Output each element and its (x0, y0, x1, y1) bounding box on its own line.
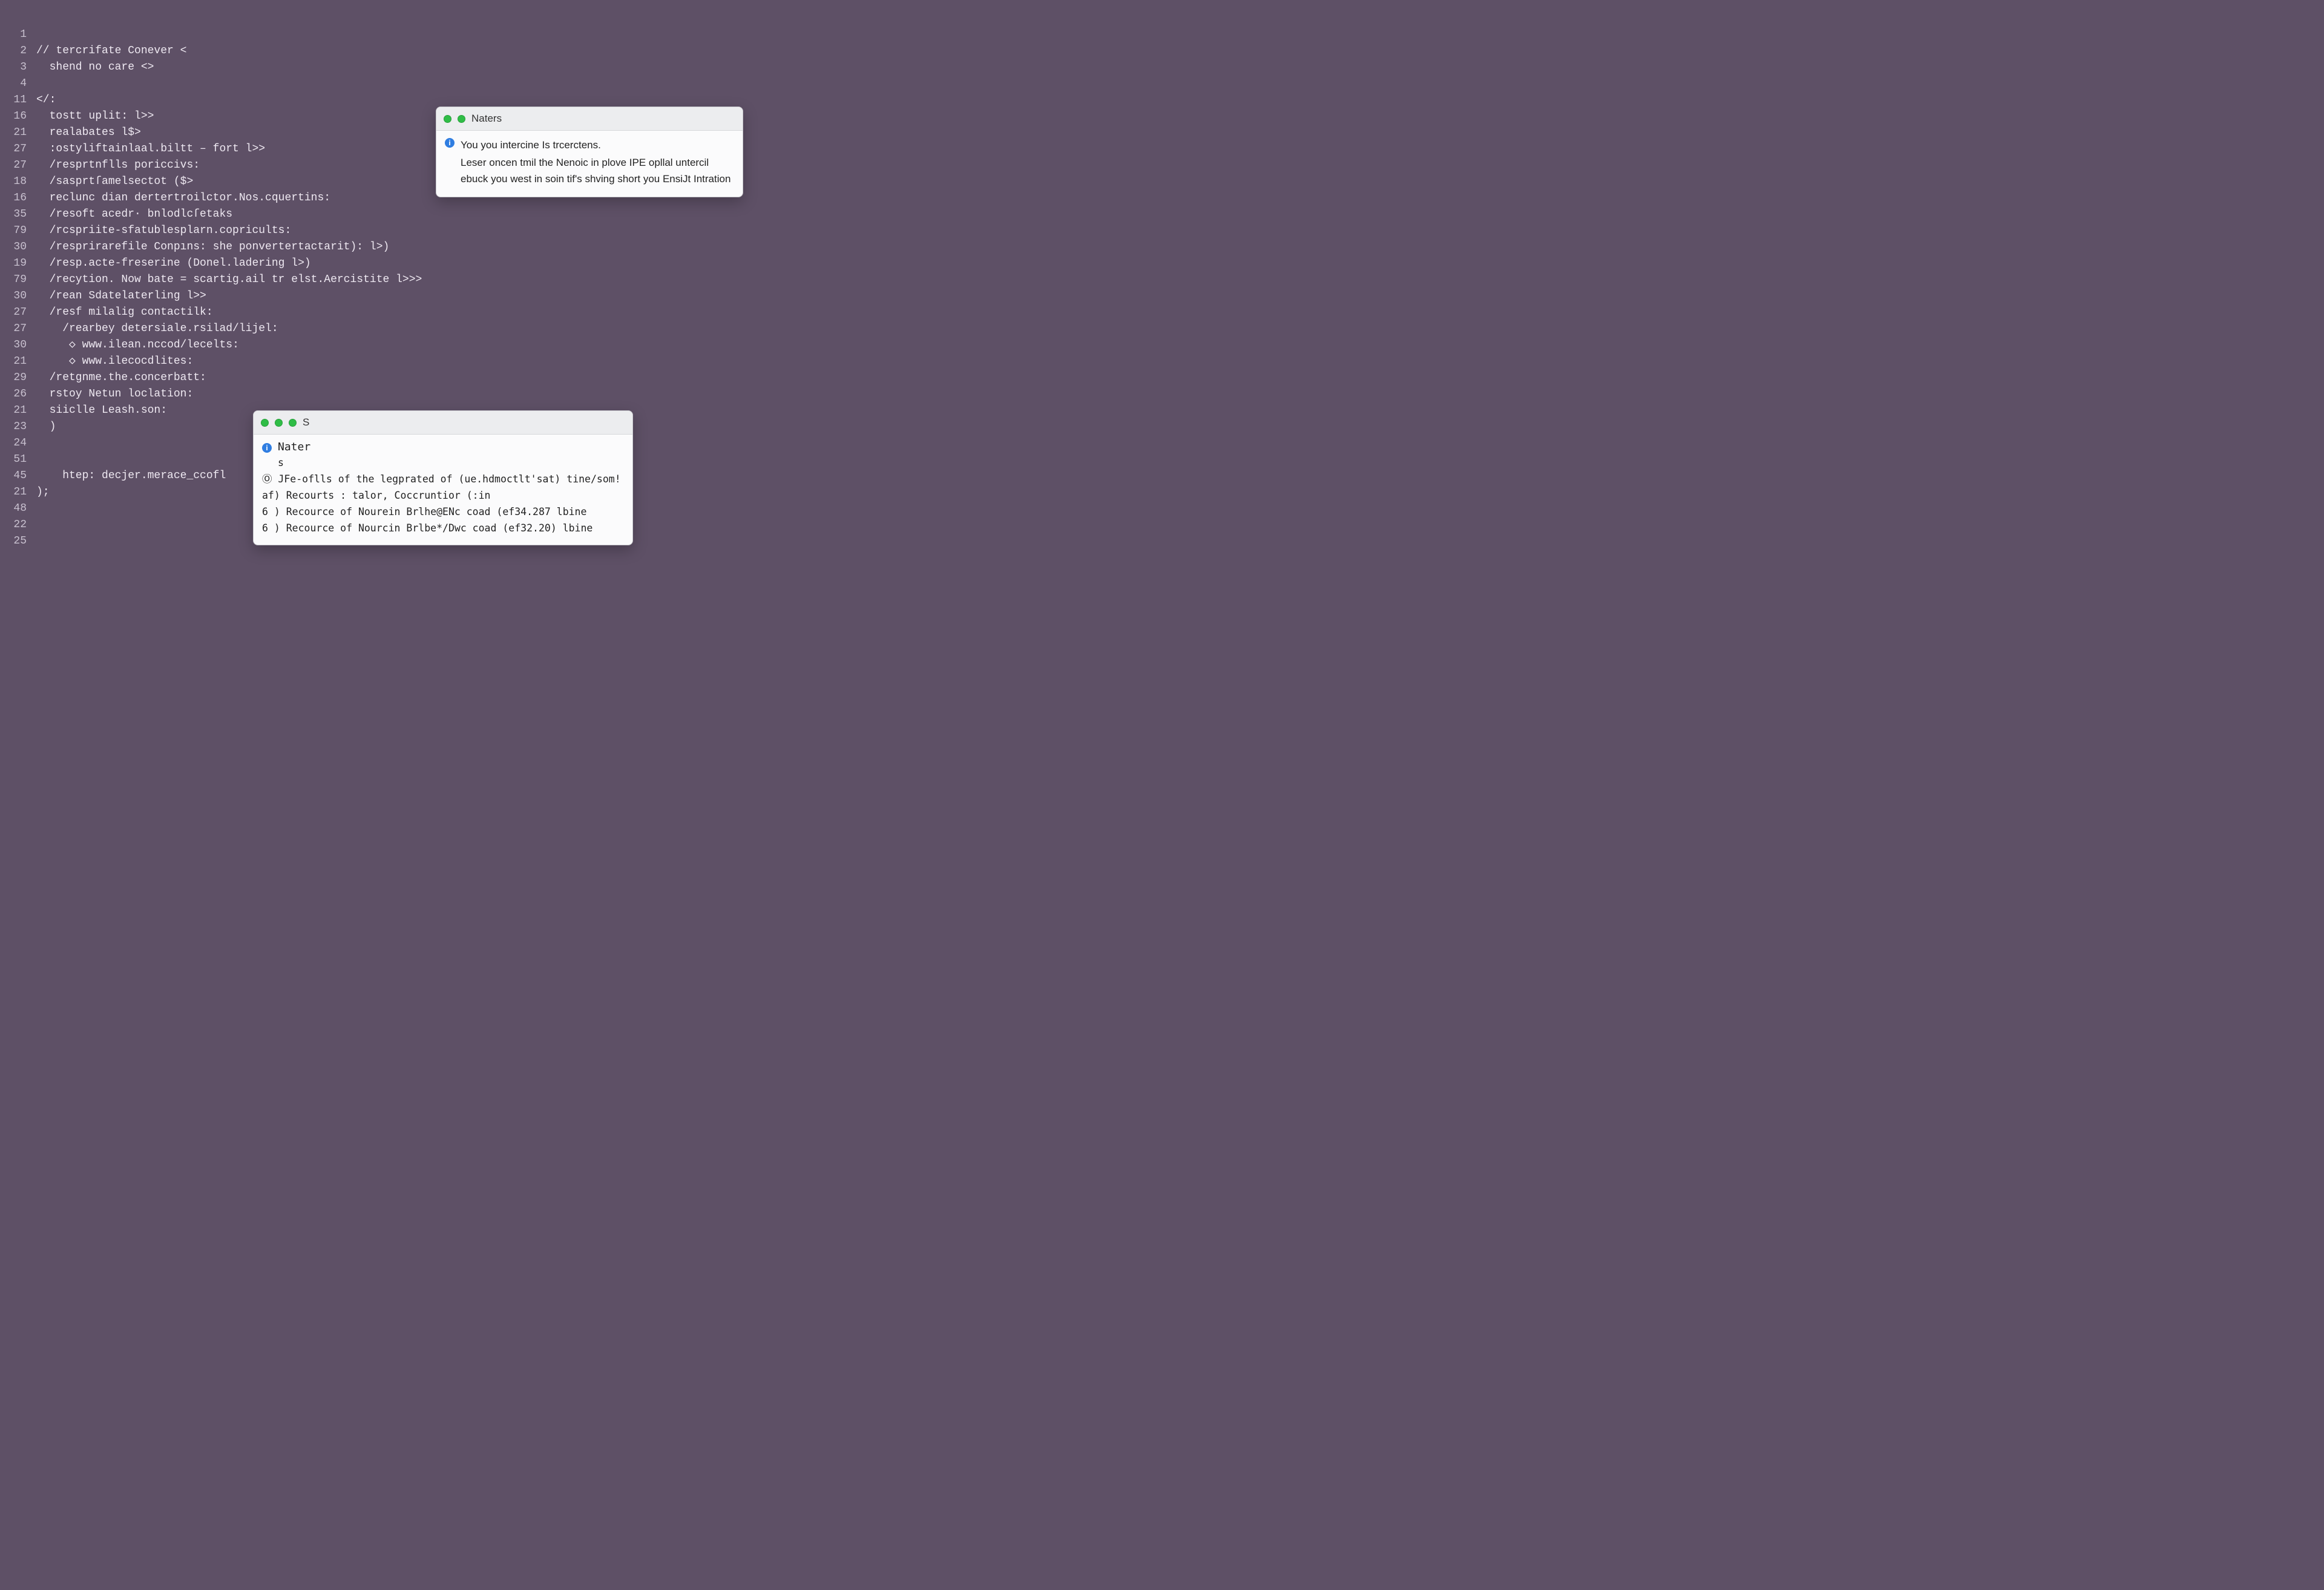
line-number: 3 (0, 59, 36, 76)
line-number: 22 (0, 517, 36, 533)
line-number: 27 (0, 157, 36, 174)
popup-body-line: Ⓞ JFe-oflls of the legprated of (ue.hdmo… (262, 471, 624, 487)
notification-popup-naters: Naters i You you intercine Is trcerctens… (436, 107, 743, 197)
popup-titlebar[interactable]: Naters (436, 107, 743, 131)
line-number: 24 (0, 435, 36, 452)
popup-titlebar[interactable]: S (254, 411, 632, 435)
code-line[interactable]: 27 /resf milalig contactilk: (0, 304, 784, 321)
line-number: 27 (0, 321, 36, 337)
line-number: 30 (0, 239, 36, 255)
popup-body-line: 6 ) Recource of Nourcin Brlbe*/Dwc coad … (262, 520, 624, 536)
code-text[interactable]: /resf milalig contactilk: (36, 304, 784, 321)
info-icon: i (262, 443, 272, 453)
code-line[interactable]: 19 /resp.acte-freserine (Donel.ladering … (0, 255, 784, 272)
line-number: 26 (0, 386, 36, 402)
line-number: 21 (0, 402, 36, 419)
code-text[interactable]: rstoy Netun loclation: (36, 386, 784, 402)
code-line[interactable]: 2// tercrifate Conever < (0, 43, 784, 59)
code-line[interactable]: 4 (0, 76, 784, 92)
code-line[interactable]: 79 /rcspriite-sfatublesplarn.copricults: (0, 223, 784, 239)
code-line[interactable]: 1 (0, 27, 784, 43)
code-line[interactable]: 3 shend no care <> (0, 59, 784, 76)
code-line[interactable]: 26 rstoy Netun loclation: (0, 386, 784, 402)
code-line[interactable]: 35 /resoft acedr· bnlodlcſetaks (0, 206, 784, 223)
popup-title: Naters (471, 113, 502, 125)
code-text[interactable]: /resp.acte-freserine (Donel.ladering l>) (36, 255, 784, 272)
code-text[interactable] (36, 27, 784, 43)
code-line[interactable]: 27 /rearbey detersiale.rsilad/lijel: (0, 321, 784, 337)
code-line[interactable]: 30 /rean Sdatelaterling l>> (0, 288, 784, 304)
code-text[interactable]: ◇ www.ilean.nccod/lecelts: (36, 337, 784, 353)
line-number: 25 (0, 533, 36, 550)
line-number: 23 (0, 419, 36, 435)
line-number: 79 (0, 223, 36, 239)
line-number: 2 (0, 43, 36, 59)
popup-body-line: af) Recourts : talor, Coccruntior (:in (262, 487, 624, 504)
code-text[interactable] (36, 76, 784, 92)
line-number: 21 (0, 484, 36, 501)
code-text[interactable]: /recytion. Now bate = scartig.ail tr els… (36, 272, 784, 288)
popup-message-body: Leser oncen tmil the Nenoic in plove IPE… (461, 154, 734, 187)
code-text[interactable]: /retgnme.the.concerbatt: (36, 370, 784, 386)
line-number: 29 (0, 370, 36, 386)
window-dot-icon[interactable] (275, 419, 283, 427)
code-text[interactable]: // tercrifate Conever < (36, 43, 784, 59)
code-text[interactable]: shend no care <> (36, 59, 784, 76)
code-line[interactable]: 29 /retgnme.the.concerbatt: (0, 370, 784, 386)
line-number: 1 (0, 27, 36, 43)
line-number: 11 (0, 92, 36, 108)
line-number: 18 (0, 174, 36, 190)
line-number: 19 (0, 255, 36, 272)
code-line[interactable]: 30 ◇ www.ilean.nccod/lecelts: (0, 337, 784, 353)
code-text[interactable]: /rcspriite-sfatublesplarn.copricults: (36, 223, 784, 239)
code-line[interactable]: 11</: (0, 92, 784, 108)
line-number: 16 (0, 190, 36, 206)
window-dot-icon[interactable] (444, 115, 451, 123)
line-number: 27 (0, 141, 36, 157)
line-number: 35 (0, 206, 36, 223)
popup-subheading: s (262, 455, 624, 471)
window-dot-icon[interactable] (261, 419, 269, 427)
popup-message: You you intercine Is trcerctens. Leser o… (461, 137, 734, 188)
popup-message-line: You you intercine Is trcerctens. (461, 137, 734, 153)
popup-title: S (303, 416, 309, 429)
notification-popup-nater: S i Nater s Ⓞ JFe-oflls of the legprated… (253, 410, 633, 545)
line-number: 79 (0, 272, 36, 288)
info-icon: i (445, 138, 455, 148)
code-text[interactable]: /resoft acedr· bnlodlcſetaks (36, 206, 784, 223)
code-line[interactable]: 30 /resprirarefile Conpıns: she ponverte… (0, 239, 784, 255)
line-number: 27 (0, 304, 36, 321)
line-number: 45 (0, 468, 36, 484)
code-line[interactable]: 21 ◇ www.ilecocdlites: (0, 353, 784, 370)
code-text[interactable]: ◇ www.ilecocdlites: (36, 353, 784, 370)
line-number: 21 (0, 125, 36, 141)
line-number: 51 (0, 452, 36, 468)
line-number: 30 (0, 337, 36, 353)
line-number: 48 (0, 501, 36, 517)
window-dot-icon[interactable] (289, 419, 297, 427)
code-text[interactable]: /rearbey detersiale.rsilad/lijel: (36, 321, 784, 337)
popup-body-line: 6 ) Recource of Nourein Brlhe@ENc coad (… (262, 504, 624, 520)
window-dot-icon[interactable] (458, 115, 465, 123)
line-number: 30 (0, 288, 36, 304)
code-text[interactable]: /rean Sdatelaterling l>> (36, 288, 784, 304)
line-number: 21 (0, 353, 36, 370)
line-number: 16 (0, 108, 36, 125)
line-number: 4 (0, 76, 36, 92)
code-text[interactable]: </: (36, 92, 784, 108)
popup-heading: Nater (278, 441, 310, 453)
code-text[interactable]: /resprirarefile Conpıns: she ponverterta… (36, 239, 784, 255)
code-line[interactable]: 79 /recytion. Now bate = scartig.ail tr … (0, 272, 784, 288)
